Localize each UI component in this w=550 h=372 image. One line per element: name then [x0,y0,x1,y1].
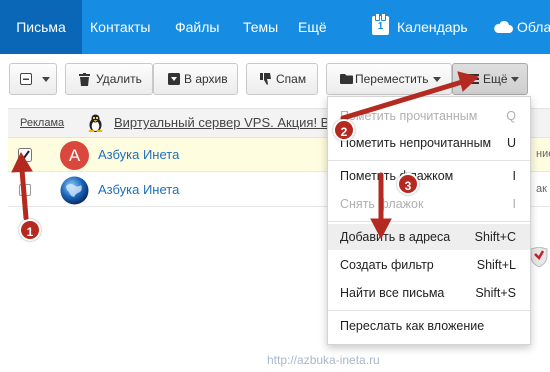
top-navigation: Письма Контакты Файлы Темы Ещё 1 Календа… [0,0,550,54]
menu-item-mark-unread[interactable]: Пометить непрочитанным U [328,130,530,156]
ad-link[interactable]: Виртуальный сервер VPS. Акция! Ві [114,115,332,130]
menu-item-mark-read[interactable]: Пометить прочитанным Q [328,103,530,129]
step-badge-2: 2 [333,119,355,141]
chevron-down-icon [511,77,519,82]
message-preview: ак [536,183,547,195]
menu-item-add-to-contacts[interactable]: Добавить в адреса Shift+C [328,224,530,250]
avatar: А [60,141,89,170]
delete-button[interactable]: Удалить [65,63,153,95]
step-badge-3: 3 [397,173,419,195]
select-all-button[interactable] [9,63,57,95]
more-label: Ещё [483,72,508,86]
nav-more[interactable]: Ещё [298,0,327,54]
menu-item-find-all[interactable]: Найти все письма Shift+S [328,280,530,306]
calendar-icon[interactable]: 1 [372,13,389,35]
archive-button[interactable]: В архив [153,63,238,95]
linux-penguin-icon [88,114,103,132]
nav-letters[interactable]: Письма [0,0,82,54]
spam-label: Спам [276,72,307,86]
trash-icon [79,73,90,86]
mail-app: Письма Контакты Файлы Темы Ещё 1 Календа… [0,0,550,372]
checkbox-checked-icon[interactable] [18,148,32,162]
chevron-down-icon [42,77,50,82]
checkbox-minus-icon [20,73,32,85]
spam-button[interactable]: Спам [246,63,318,95]
menu-item-flag[interactable]: Пометить флажком I [328,163,530,189]
nav-files[interactable]: Файлы [175,0,219,54]
more-actions-menu: Пометить прочитанным Q Пометить непрочита… [327,96,531,345]
message-preview: ние [536,148,550,160]
nav-themes[interactable]: Темы [243,0,278,54]
more-button[interactable]: Ещё [452,63,528,95]
move-button[interactable]: Переместить [326,63,452,95]
menu-item-create-filter[interactable]: Создать фильтр Shift+L [328,252,530,278]
menu-item-forward-as-attachment[interactable]: Переслать как вложение [328,313,530,339]
menu-divider [328,160,530,161]
chevron-down-icon [433,77,441,82]
nav-calendar[interactable]: Календарь [397,0,468,54]
step-badge-1: 1 [19,219,41,241]
nav-contacts[interactable]: Контакты [90,0,150,54]
globe-avatar-icon [60,176,89,205]
row-checkbox[interactable] [19,184,31,196]
delete-label: Удалить [96,72,142,86]
sender-name[interactable]: Азбука Инета [98,147,179,162]
menu-icon [467,74,479,84]
cloud-icon[interactable] [493,19,513,33]
sender-name[interactable]: Азбука Инета [98,182,179,197]
ad-label[interactable]: Реклама [20,117,64,129]
antivirus-shield-icon [530,247,548,267]
menu-divider [328,221,530,222]
thumbs-down-icon [260,73,271,85]
archive-icon [168,73,180,85]
archive-label: В архив [184,72,228,86]
nav-cloud[interactable]: Обла [517,0,550,54]
menu-item-unflag[interactable]: Снять флажок I [328,191,530,217]
move-label: Переместить [355,72,429,86]
folder-icon [340,74,353,84]
watermark-url: http://azbuka-ineta.ru [267,353,380,367]
menu-divider [328,310,530,311]
